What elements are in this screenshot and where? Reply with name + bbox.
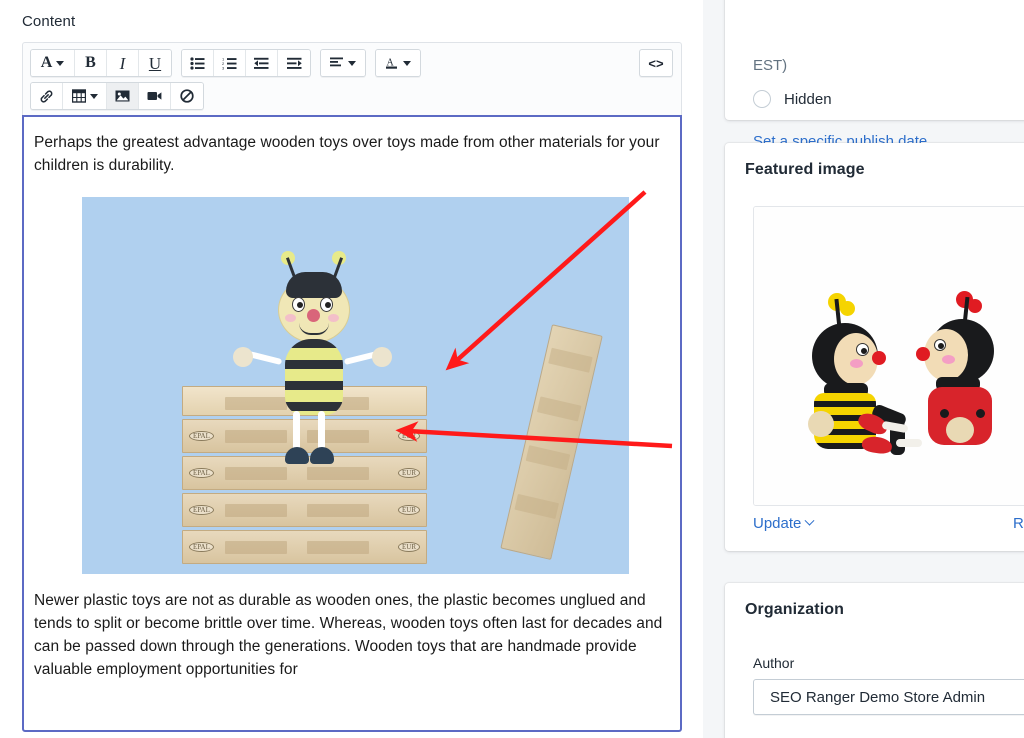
article-inline-image[interactable]: EPAL EUR EPAL EUR EPAL EUR EPAL EUR [82,197,629,574]
epal-label: EPAL [189,542,214,552]
chevron-down-icon [89,93,98,99]
bulleted-list-button[interactable] [182,50,214,76]
align-dropdown[interactable] [321,50,365,76]
visibility-option-hidden[interactable]: Hidden [753,90,832,108]
insert-table-dropdown[interactable] [63,83,107,109]
article-paragraph-2: Newer plastic toys are not as durable as… [34,592,663,678]
pallet: EPAL EUR [182,493,427,527]
underline-u-icon: U [148,53,162,73]
text-style-dropdown[interactable]: A [31,50,75,76]
article-paragraph-1: Perhaps the greatest advantage wooden to… [34,134,660,174]
align-left-icon [330,57,343,67]
featured-image-card: Featured image Update R [725,143,1024,551]
svg-text:3: 3 [222,65,225,70]
insert-link-button[interactable] [31,83,63,109]
text-color-dropdown[interactable]: A [376,50,420,76]
toolbar-row-insert [30,82,674,110]
visibility-option-hidden-label: Hidden [784,90,832,108]
outdent-icon [254,57,269,69]
chevron-down-icon [56,60,65,66]
wooden-bee-toy [233,251,392,464]
toolbar-group-text: A B I U [30,49,172,77]
image-icon [115,90,130,102]
numbered-list-button[interactable]: 1 2 3 [214,50,246,76]
toolbar-group-insert [30,82,204,110]
toolbar-row-formatting: A B I U 1 2 3 A [30,49,674,77]
font-a-icon: A [40,54,53,71]
code-view-button[interactable]: <> [639,49,673,77]
author-select-value: SEO Ranger Demo Store Admin [770,688,986,706]
pallet: EPAL EUR [182,530,427,564]
update-image-button[interactable]: Update [753,515,815,532]
content-editor-column: Content A B I U 1 2 3 A <> Perhaps the g… [0,0,703,738]
video-icon [147,92,162,100]
leaning-pallet [500,324,603,560]
outdent-button[interactable] [246,50,278,76]
eur-label: EUR [398,505,420,515]
epal-label: EPAL [189,468,214,478]
list-numbered-icon: 1 2 3 [222,57,237,70]
wooden-ladybug-toy-thumb [916,291,1000,445]
featured-image-photo [754,207,1024,505]
epal-label: EPAL [189,505,214,515]
epal-label: EPAL [189,431,214,441]
remove-image-button[interactable]: Remo [1013,515,1024,532]
bold-b-icon: B [85,54,96,71]
admin-article-editor-page: Content A B I U 1 2 3 A <> Perhaps the g… [0,0,1024,738]
sidebar-column: EST) Hidden Set a specific publish date … [703,0,1024,738]
italic-button[interactable]: I [107,50,139,76]
chevron-down-icon [403,60,411,66]
visibility-card: EST) Hidden Set a specific publish date [725,0,1024,150]
chevron-down-icon [804,515,815,526]
a-underline-icon: A [386,58,397,69]
italic-i-icon: I [119,53,126,73]
publish-timezone-text: EST) [753,57,788,74]
table-icon [71,89,86,103]
featured-image-actions: Update Remo [753,515,1024,532]
author-select[interactable]: SEO Ranger Demo Store Admin ▲▼ [753,679,1024,715]
toolbar-group-color: A [375,49,421,77]
organization-title: Organization [745,601,844,618]
eur-label: EUR [398,542,420,552]
toolbar-group-lists: 1 2 3 [181,49,311,77]
list-bulleted-icon [190,56,205,70]
indent-icon [286,57,302,69]
eur-label: EUR [398,468,420,478]
toolbar-group-align [320,49,366,77]
featured-image-title: Featured image [745,161,865,178]
insert-image-button[interactable] [107,83,139,109]
no-symbol-icon [180,89,194,103]
underline-button[interactable]: U [139,50,171,76]
chevron-down-icon [348,60,356,66]
eur-label: EUR [398,431,420,441]
bold-button[interactable]: B [75,50,107,76]
organization-card: Organization Author SEO Ranger Demo Stor… [725,583,1024,738]
insert-video-button[interactable] [139,83,171,109]
radio-icon[interactable] [753,90,771,108]
editor-content-area[interactable]: Perhaps the greatest advantage wooden to… [22,115,682,732]
editor-toolbar: A B I U 1 2 3 A <> [22,42,682,115]
clear-formatting-button[interactable] [171,83,203,109]
author-field-label: Author [753,655,795,671]
link-icon [40,89,53,103]
rich-text-editor: A B I U 1 2 3 A <> Perhaps the greatest … [22,42,682,732]
indent-button[interactable] [278,50,310,76]
content-section-label: Content [22,13,76,30]
update-image-label: Update [753,515,802,532]
featured-image-thumbnail[interactable] [753,206,1024,506]
